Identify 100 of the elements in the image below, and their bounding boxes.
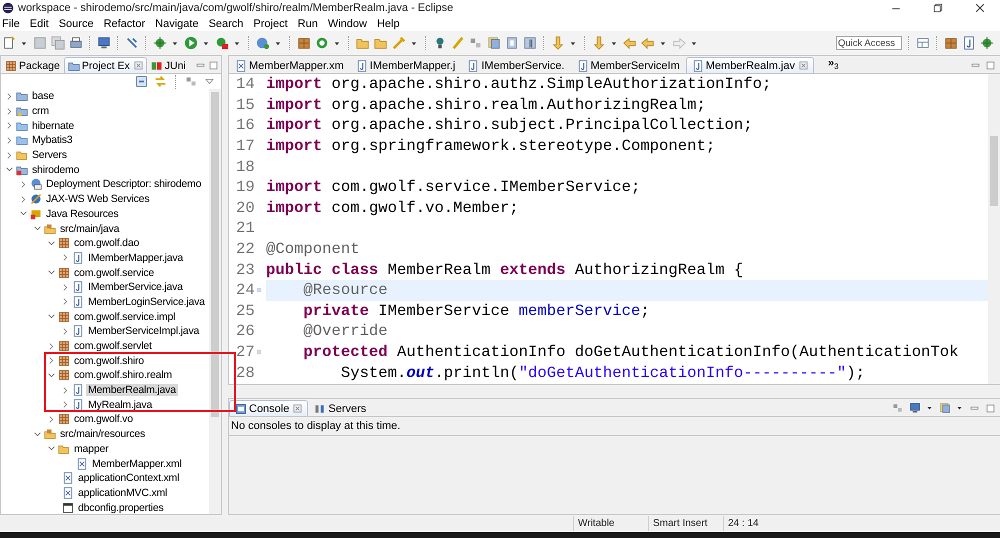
editor-tab[interactable]: MemberServiceIm xyxy=(570,57,686,73)
menu-item[interactable]: Run xyxy=(296,18,323,30)
view-tab[interactable]: JUni xyxy=(146,57,190,73)
down-arrow-icon xyxy=(592,36,606,50)
code-line: import com.gwolf.vo.Member; xyxy=(266,198,519,217)
window-title: workspace - shirodemo/src/main/java/com/gwolf/shiro/realm/MemberRealm.java - Eclipse xyxy=(18,2,454,14)
menu-item[interactable]: Help xyxy=(374,18,405,30)
code-line: import org.springframework.stereotype.Component; xyxy=(266,137,716,156)
tree-item[interactable]: MemberLoginService.java xyxy=(86,296,207,308)
editor-tab[interactable]: IMemberMapper.j xyxy=(350,57,462,73)
menu-item[interactable]: File xyxy=(0,18,25,30)
crate-icon xyxy=(297,36,311,50)
java-file-icon xyxy=(467,60,480,72)
java-file-icon xyxy=(576,60,588,72)
project-error-icon xyxy=(16,164,28,176)
editor-tab[interactable]: IMemberService. xyxy=(461,57,570,73)
tree-item[interactable]: hibernate xyxy=(30,120,76,132)
java-file-icon xyxy=(72,281,84,294)
descriptor-icon xyxy=(30,178,42,190)
close-icon[interactable] xyxy=(293,404,302,413)
code-line: @Override xyxy=(302,322,388,340)
line-number: 16 xyxy=(236,116,255,134)
code-line: protected AuthenticationInfo doGetAuthenticationInfo(AuthenticationTok xyxy=(302,343,958,362)
editor-tab[interactable]: MemberRealm.jav xyxy=(686,57,814,73)
overflow-count: 3 xyxy=(834,62,839,71)
console-tab[interactable]: Console xyxy=(229,400,308,416)
xml-file-icon xyxy=(62,486,74,499)
tree-item[interactable]: src/main/java xyxy=(58,222,122,235)
tree-item[interactable]: IMemberMapper.java xyxy=(86,252,186,264)
package-icon xyxy=(58,266,70,279)
tree-item[interactable]: JAX-WS Web Services xyxy=(44,193,152,206)
view-tab[interactable]: Project Ex xyxy=(64,57,147,73)
editor-tab[interactable]: MemberMapper.xm xyxy=(229,57,350,73)
tree-item[interactable]: com.gwolf.shiro xyxy=(72,354,146,367)
overflow-chevron[interactable]: » xyxy=(828,57,834,69)
tree-item[interactable]: src/main/resources xyxy=(58,428,148,440)
tree-item[interactable]: Java Resources xyxy=(44,208,120,220)
tree-item[interactable]: shirodemo xyxy=(30,164,82,176)
source-folder-icon xyxy=(44,222,56,235)
menu-item[interactable]: Edit xyxy=(28,18,54,30)
caret-icon xyxy=(926,404,934,412)
folder-icon xyxy=(374,36,388,50)
status-item: Smart Insert xyxy=(648,516,723,531)
save-icon xyxy=(33,36,47,50)
tree-item[interactable]: Mybatis3 xyxy=(30,134,74,146)
tree-item[interactable]: applicationMVC.xml xyxy=(76,486,170,499)
refresh-icon xyxy=(315,36,329,50)
tree-item[interactable]: MemberRealm.java xyxy=(86,384,178,396)
restore-icon xyxy=(932,2,944,14)
tree-item[interactable]: dbconfig.properties xyxy=(76,502,166,514)
tree-item[interactable]: MemberServiceImpl.java xyxy=(86,325,202,338)
tree-item[interactable]: com.gwolf.service.impl xyxy=(72,310,178,323)
perspective-icon xyxy=(916,36,930,50)
tree-item[interactable]: MemberMapper.xml xyxy=(90,458,184,470)
tree-item[interactable]: MyRealm.java xyxy=(86,398,154,411)
package-icon xyxy=(58,369,70,382)
tree-item[interactable]: com.gwolf.shiro.realm xyxy=(72,369,174,382)
tree-item[interactable]: Deployment Descriptor: shirodemo xyxy=(44,178,204,190)
document-icon xyxy=(505,36,519,50)
scrollbar[interactable] xyxy=(988,74,1000,384)
xml-file-icon xyxy=(62,472,74,484)
code-line: @Component xyxy=(266,240,360,258)
close-icon[interactable] xyxy=(134,61,143,70)
close-icon xyxy=(974,2,986,14)
cards-icon xyxy=(487,36,501,50)
tree-item[interactable]: com.gwolf.vo xyxy=(72,413,135,426)
view-tab[interactable]: Package xyxy=(1,57,64,73)
line-number: 20 xyxy=(236,198,255,217)
maximize-icon xyxy=(985,402,996,414)
tree-item[interactable]: IMemberService.java xyxy=(86,281,185,294)
menu-item[interactable]: Source xyxy=(56,18,99,30)
cards-icon xyxy=(939,402,951,414)
menu-item[interactable]: Refactor xyxy=(102,18,150,30)
menu-item[interactable]: Navigate xyxy=(153,18,204,30)
tree-item[interactable]: applicationContext.xml xyxy=(76,472,182,484)
tree-item[interactable]: com.gwolf.service xyxy=(72,266,156,279)
menu-item[interactable]: Window xyxy=(326,18,372,30)
tree-item[interactable]: com.gwolf.servlet xyxy=(72,340,154,352)
close-icon[interactable] xyxy=(799,61,808,70)
tree-item[interactable]: com.gwolf.dao xyxy=(72,237,142,250)
tree-item[interactable]: crm xyxy=(30,105,51,118)
menu-item[interactable]: Search xyxy=(206,18,248,30)
servers-icon xyxy=(314,402,326,414)
view-menu-icon xyxy=(204,76,215,87)
tree-item[interactable]: base xyxy=(30,90,56,102)
quick-access-field[interactable]: Quick Access xyxy=(836,36,902,50)
project-icon xyxy=(16,90,28,102)
fold-icon xyxy=(254,348,263,356)
java-file-icon xyxy=(72,296,84,308)
blocks-icon xyxy=(892,402,904,414)
collapse-all-icon xyxy=(135,75,148,88)
tree-item[interactable]: Servers xyxy=(30,149,69,162)
code-line: @Resource xyxy=(302,281,388,300)
webservice-icon xyxy=(30,193,42,206)
menu-item[interactable]: Project xyxy=(251,18,293,30)
tree-item[interactable]: mapper xyxy=(72,442,110,455)
console-tab[interactable]: Servers xyxy=(308,400,372,416)
scrollbar[interactable] xyxy=(209,89,221,514)
package-icon xyxy=(58,340,70,352)
folder-open-icon xyxy=(58,442,70,455)
